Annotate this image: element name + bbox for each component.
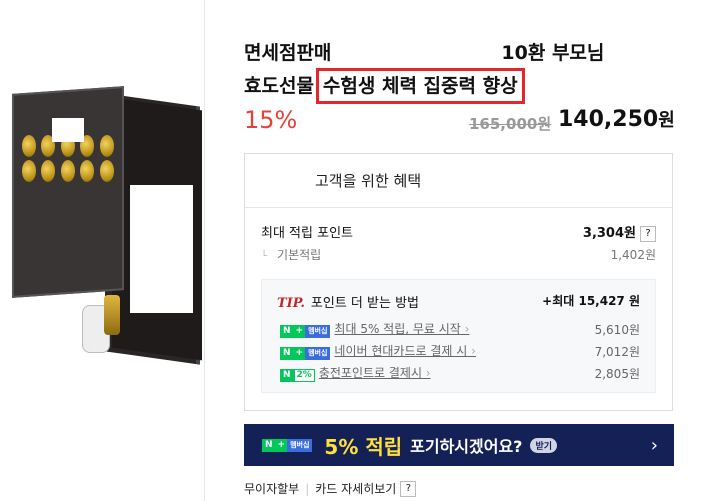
sale-amount: 140,250 [558,107,659,132]
help-button[interactable]: ? [400,480,417,497]
tip-label: TIP. [277,296,305,311]
naver-membership-badge: N + 멤버십 [280,325,331,338]
redaction [52,118,84,142]
tip-item[interactable]: N+멤버십네이버 현대카드로 결제 시 7,012원 [280,342,640,360]
tip-item-value: 5,610원 [594,322,640,337]
redaction [130,185,193,313]
tip-header: TIP. 포인트 더 받는 방법 +최대 15,427 원 [277,292,640,311]
tip-box: TIP. 포인트 더 받는 방법 +최대 15,427 원 N + 멤버십 최대 5% … [261,279,656,393]
membership-banner[interactable]: N + 멤버십 5% 적립 포기하시겠어요? 받기 › [244,424,674,466]
discount-rate: 15% [244,106,298,134]
tip-item-label[interactable]: 네이버 현대카드로 결제 시 [334,344,476,358]
tip-item-value: 7,012원 [594,344,640,359]
installment-link[interactable]: 무이자할부 [244,480,299,497]
max-points-row: 최대 적립 포인트 3,304원? [261,222,656,242]
product-pill [22,160,36,182]
tip-item-value: 2,805원 [594,366,640,381]
sale-price: 140,250원 [558,106,675,132]
product-pill [60,160,75,182]
product-pill [22,135,36,157]
benefit-header: 고객을 위한 혜택 [245,154,672,208]
title-part: 10환 부모님 [501,42,605,64]
separator: | [305,481,310,496]
basic-points-value: 1,402원 [610,248,656,262]
tip-max: +최대 15,427 원 [542,294,640,308]
basic-points-row: 기본적립 1,402원 [261,246,656,263]
tip-text: 포인트 더 받는 방법 [310,296,419,311]
product-pill [80,160,95,182]
card-info-links: 무이자할부 | 카드 자세히보기 ? [244,480,417,497]
title-part: 효도선물 [244,75,314,97]
banner-button[interactable]: 받기 [530,437,558,453]
sale-unit: 원 [658,110,675,131]
title-line-2: 효도선물 수험생 체력 집중력 향상 [244,68,644,104]
product-title: 면세점판매 10환 부모님 효도선물 수험생 체력 집중력 향상 [244,38,644,104]
banner-percent: 5% 적립 [324,434,403,459]
product-slots [22,135,117,182]
product-pill [99,160,114,182]
tip-item-label[interactable]: 최대 5% 적립, 무료 시작 [334,322,469,336]
max-points-label: 최대 적립 포인트 [261,226,353,242]
banner-message: 포기하시겠어요? [410,437,523,456]
naver-membership-badge: N + 멤버십 [280,347,331,360]
original-price: 165,000원 [469,115,552,133]
help-button[interactable]: ? [640,225,656,242]
basic-points-label: 기본적립 [261,246,321,263]
benefit-title: 고객을 위한 혜택 [315,172,422,190]
title-highlight: 수험생 체력 집중력 향상 [315,68,525,104]
vial-cap [104,295,120,335]
title-line-1: 면세점판매 10환 부모님 [244,38,644,68]
title-part: 면세점판매 [244,42,332,64]
tip-item-label[interactable]: 충전포인트로 결제시 [319,366,431,380]
naver-point-badge: N 2% [280,369,315,382]
product-image[interactable] [0,86,215,365]
tip-item[interactable]: N2% 충전포인트로 결제시 2,805원 [280,364,640,382]
benefit-panel: 고객을 위한 혜택 최대 적립 포인트 3,304원? 기본적립 1,402원 … [244,153,673,411]
product-pill [99,135,114,157]
tip-item[interactable]: N+멤버십최대 5% 적립, 무료 시작 5,610원 [280,320,640,338]
product-pill [41,160,56,182]
product-vial [82,295,120,353]
card-detail-link[interactable]: 카드 자세히보기 [315,480,396,497]
chevron-right-icon[interactable]: › [651,435,658,456]
max-points-value: 3,304원 [582,226,636,241]
naver-membership-badge: N + 멤버십 [262,438,313,452]
